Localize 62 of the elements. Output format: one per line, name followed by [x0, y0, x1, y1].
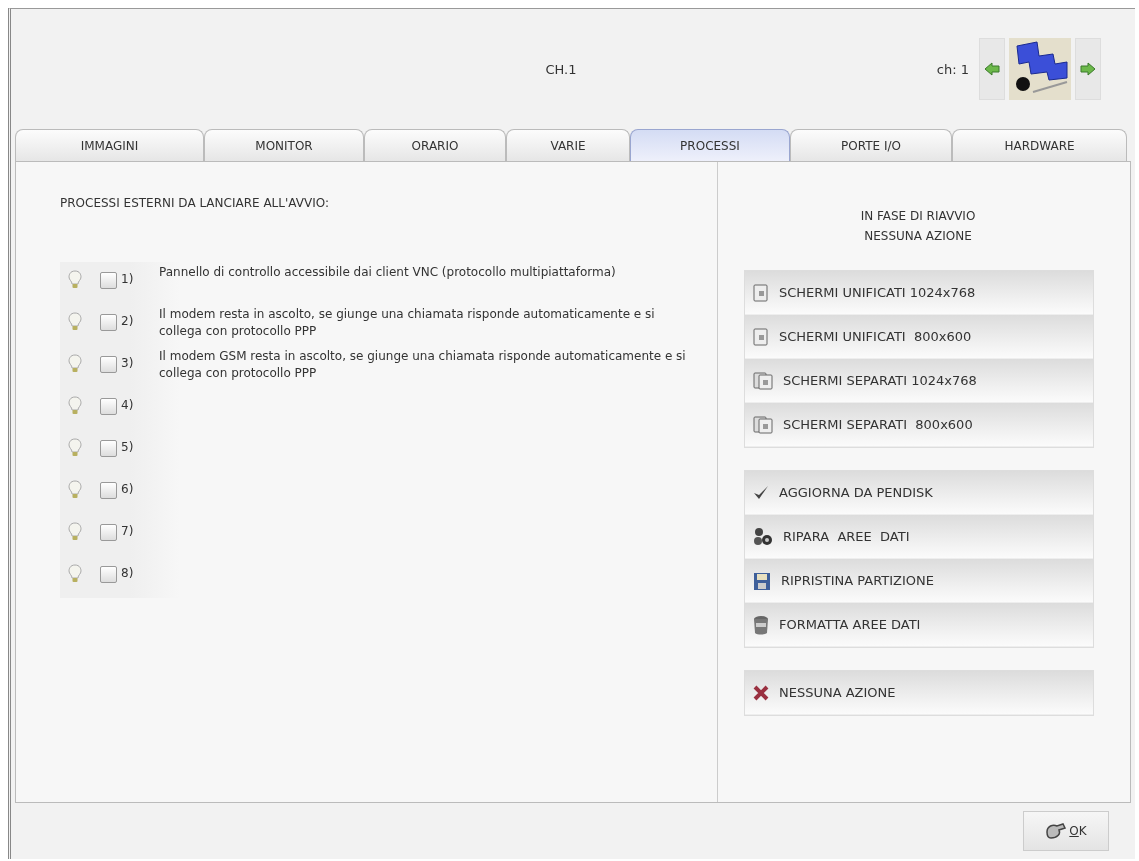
checkbox[interactable]	[100, 482, 117, 499]
tab[interactable]: ORARIO	[364, 129, 506, 161]
gears-icon	[753, 526, 773, 547]
previous-button[interactable]	[979, 38, 1005, 100]
light-bulb-icon	[68, 438, 82, 458]
checkbox[interactable]	[100, 566, 117, 583]
action-button[interactable]: SCHERMI UNIFICATI 800x600	[745, 315, 1093, 359]
light-bulb-icon	[68, 270, 82, 290]
screens-icon	[753, 415, 773, 434]
cross-icon	[753, 684, 769, 701]
tab[interactable]: HARDWARE	[952, 129, 1127, 161]
action-button[interactable]: SCHERMI UNIFICATI 1024x768	[745, 271, 1093, 315]
light-bulb-icon	[68, 564, 82, 584]
light-bulb-icon	[68, 522, 82, 542]
tab[interactable]: MONITOR	[204, 129, 364, 161]
section-heading: PROCESSI ESTERNI DA LANCIARE ALL'AVVIO:	[60, 196, 330, 210]
light-bulb-icon	[68, 312, 82, 332]
restart-status: NESSUNA AZIONE	[863, 228, 973, 245]
light-bulb-icon	[68, 354, 82, 374]
channel-title: CH.1	[544, 61, 578, 77]
action-button[interactable]: FORMATTA AREE DATI	[745, 603, 1093, 647]
process-number: 6)	[121, 482, 135, 496]
checkbox[interactable]	[100, 272, 117, 289]
process-description: Il modem resta in ascolto, se giunge una chiamata risponde automaticamente e si collega con protocollo PPP	[159, 306, 656, 340]
restart-status: IN FASE DI RIAVVIO	[859, 208, 977, 225]
action-button[interactable]: RIPARA AREE DATI	[745, 515, 1093, 559]
process-number: 3)	[121, 356, 135, 370]
screen-icon	[753, 283, 769, 302]
network-logo-icon	[1009, 38, 1071, 100]
tab[interactable]: PORTE I/O	[790, 129, 952, 161]
process-number: 1)	[121, 272, 135, 286]
checkbox[interactable]	[100, 314, 117, 331]
action-button[interactable]: SCHERMI SEPARATI 1024x768	[745, 359, 1093, 403]
checkbox[interactable]	[100, 440, 117, 457]
trash-can-icon	[753, 614, 769, 635]
process-number: 5)	[121, 440, 135, 454]
channel-label: ch: 1	[936, 61, 969, 77]
action-button[interactable]: AGGIORNA DA PENDISK	[745, 471, 1093, 515]
tab[interactable]: PROCESSI	[630, 129, 790, 161]
checkbox[interactable]	[100, 356, 117, 373]
screen-icon	[753, 327, 769, 346]
checkbox[interactable]	[100, 524, 117, 541]
tab[interactable]: VARIE	[506, 129, 630, 161]
process-number: 4)	[121, 398, 135, 412]
light-bulb-icon	[68, 480, 82, 500]
process-number: 8)	[121, 566, 135, 580]
light-bulb-icon	[68, 396, 82, 416]
action-button[interactable]: NESSUNA AZIONE	[745, 671, 1093, 715]
action-button[interactable]: SCHERMI SEPARATI 800x600	[745, 403, 1093, 447]
hand-icon	[1045, 822, 1068, 840]
left-arrow-icon	[984, 62, 1000, 76]
next-button[interactable]	[1075, 38, 1101, 100]
process-description: Pannello di controllo accessibile dai client VNC (protocollo multipiattaforma)	[159, 264, 617, 281]
checkbox[interactable]	[100, 398, 117, 415]
process-description: Il modem GSM resta in ascolto, se giunge una chiamata risponde automaticamente e si collega con protocollo PPP	[159, 348, 687, 382]
process-number: 2)	[121, 314, 135, 328]
right-arrow-icon	[1080, 62, 1096, 76]
action-button[interactable]: RIPRISTINA PARTIZIONE	[745, 559, 1093, 603]
screens-icon	[753, 371, 773, 390]
tab[interactable]: IMMAGINI	[15, 129, 204, 161]
process-number: 7)	[121, 524, 135, 538]
ok-button[interactable]: OK	[1023, 811, 1109, 851]
